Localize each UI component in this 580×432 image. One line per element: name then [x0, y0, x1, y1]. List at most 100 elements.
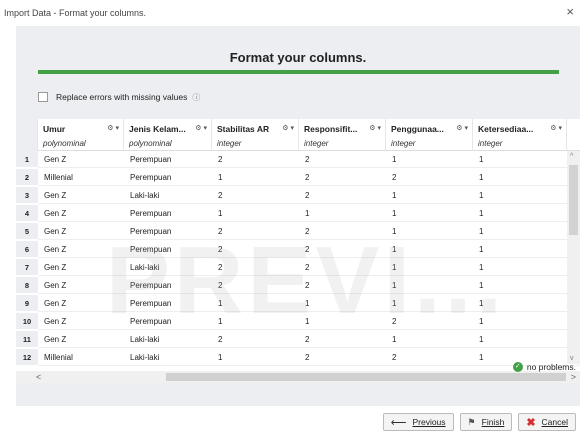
table-cell: 1: [479, 245, 484, 254]
table-cell: Laki-laki: [130, 191, 160, 200]
row-number: 4: [16, 205, 38, 222]
table-row[interactable]: 11 Gen Z Laki-laki 2 2 1 1: [16, 331, 580, 348]
column-type[interactable]: polynominal: [129, 139, 211, 148]
scroll-right-icon[interactable]: >: [571, 372, 576, 382]
row-number: 11: [16, 331, 38, 348]
table-cell: Millenial: [44, 173, 73, 182]
horizontal-scrollbar[interactable]: < >: [16, 371, 580, 383]
check-icon: ✓: [512, 362, 523, 372]
table-row[interactable]: 5 Gen Z Perempuan 2 2 1 1: [16, 223, 580, 240]
table-row[interactable]: 12 Millenial Laki-laki 1 2 2 1: [16, 349, 580, 366]
table-row[interactable]: 6 Gen Z Perempuan 2 2 1 1: [16, 241, 580, 258]
table-cell: Gen Z: [44, 209, 67, 218]
finish-flag-icon: ⚑: [467, 416, 476, 427]
replace-errors-checkbox[interactable]: [38, 92, 48, 102]
table-cell: 1: [218, 209, 223, 218]
row-number: 12: [16, 349, 38, 366]
status-text: no problems.: [526, 362, 576, 372]
table-cell: 1: [479, 263, 484, 272]
table-cell: 2: [218, 281, 223, 290]
table-row[interactable]: 1 Gen Z Perempuan 2 2 1 1: [16, 151, 580, 168]
finish-button-label: Finish: [481, 417, 505, 427]
column-settings-icon[interactable]: ⚙ ▾: [456, 124, 468, 132]
table-cell: Gen Z: [44, 335, 67, 344]
row-number: 9: [16, 295, 38, 312]
status-indicator: ✓ no problems.: [512, 362, 576, 372]
column-header[interactable]: Umur polynominal ⚙ ▾: [38, 119, 124, 151]
table-cell: Perempuan: [130, 317, 172, 326]
title-bar: Import Data - Format your columns. ×: [0, 0, 580, 26]
table-cell: Gen Z: [44, 317, 67, 326]
table-cell: 1: [392, 335, 397, 344]
column-type[interactable]: integer: [304, 139, 385, 148]
column-header[interactable]: Stabilitas AR integer ⚙ ▾: [212, 119, 299, 151]
data-grid: Umur polynominal ⚙ ▾ Jenis Kelam... polynomi…: [16, 119, 580, 371]
table-row[interactable]: 9 Gen Z Perempuan 1 1 1 1: [16, 295, 580, 312]
table-cell: 2: [305, 191, 310, 200]
replace-errors-option[interactable]: Replace errors with missing values ⓘ: [38, 90, 200, 104]
row-number: 10: [16, 313, 38, 330]
table-cell: 1: [218, 299, 223, 308]
scroll-left-icon[interactable]: <: [36, 372, 41, 382]
window-title: Import Data - Format your columns.: [4, 8, 147, 18]
column-type[interactable]: integer: [217, 139, 298, 148]
row-number: 5: [16, 223, 38, 240]
table-cell: 1: [305, 317, 310, 326]
wizard-panel: Format your columns. Replace errors with…: [16, 26, 580, 406]
table-cell: 2: [392, 353, 397, 362]
table-cell: 1: [305, 209, 310, 218]
column-header[interactable]: Responsifit... integer ⚙ ▾: [299, 119, 386, 151]
scroll-down-icon[interactable]: v: [570, 355, 574, 362]
table-cell: 1: [218, 353, 223, 362]
table-cell: 2: [218, 335, 223, 344]
table-cell: Gen Z: [44, 191, 67, 200]
column-type[interactable]: polynominal: [43, 139, 123, 148]
column-header[interactable]: Ketersediaa... integer ⚙ ▾: [473, 119, 567, 151]
table-cell: 1: [479, 317, 484, 326]
column-header[interactable]: Jenis Kelam... polynominal ⚙ ▾: [124, 119, 212, 151]
table-cell: Gen Z: [44, 155, 67, 164]
table-cell: 2: [392, 317, 397, 326]
table-row[interactable]: 2 Millenial Perempuan 1 2 2 1: [16, 169, 580, 186]
close-icon[interactable]: ×: [566, 5, 574, 18]
column-header-row: Umur polynominal ⚙ ▾ Jenis Kelam... polynomi…: [16, 119, 580, 151]
row-number: 3: [16, 187, 38, 204]
table-cell: 1: [392, 299, 397, 308]
table-row[interactable]: 10 Gen Z Perempuan 1 1 2 1: [16, 313, 580, 330]
table-row[interactable]: 4 Gen Z Perempuan 1 1 1 1: [16, 205, 580, 222]
table-row[interactable]: 3 Gen Z Laki-laki 2 2 1 1: [16, 187, 580, 204]
table-cell: 1: [479, 209, 484, 218]
vertical-scroll-thumb[interactable]: [569, 165, 578, 235]
vertical-scrollbar[interactable]: ^ v: [567, 151, 580, 364]
column-settings-icon[interactable]: ⚙ ▾: [282, 124, 294, 132]
column-type[interactable]: integer: [478, 139, 566, 148]
table-cell: 2: [305, 155, 310, 164]
table-cell: 1: [218, 173, 223, 182]
finish-button[interactable]: ⚑ Finish: [459, 413, 513, 431]
progress-bar: [38, 70, 559, 74]
column-settings-icon[interactable]: ⚙ ▾: [369, 124, 381, 132]
column-type[interactable]: integer: [391, 139, 472, 148]
horizontal-scroll-thumb[interactable]: [166, 373, 566, 381]
table-cell: 1: [479, 227, 484, 236]
column-settings-icon[interactable]: ⚙ ▾: [107, 124, 119, 132]
table-cell: 2: [218, 155, 223, 164]
info-icon[interactable]: ⓘ: [192, 92, 200, 103]
table-cell: 1: [392, 209, 397, 218]
cancel-x-icon: ✖: [526, 416, 536, 429]
table-cell: 2: [218, 263, 223, 272]
table-row[interactable]: 7 Gen Z Laki-laki 2 2 1 1: [16, 259, 580, 276]
previous-button[interactable]: ⟵ Previous: [382, 413, 454, 431]
table-cell: Perempuan: [130, 173, 172, 182]
column-settings-icon[interactable]: ⚙ ▾: [550, 124, 562, 132]
column-header[interactable]: Penggunaa... integer ⚙ ▾: [386, 119, 473, 151]
column-settings-icon[interactable]: ⚙ ▾: [195, 124, 207, 132]
table-cell: 1: [218, 317, 223, 326]
table-row[interactable]: 8 Gen Z Perempuan 2 2 1 1: [16, 277, 580, 294]
cancel-button-label: Cancel: [541, 417, 568, 427]
scroll-up-icon[interactable]: ^: [570, 153, 573, 160]
row-number: 8: [16, 277, 38, 294]
table-cell: 2: [218, 227, 223, 236]
cancel-button[interactable]: ✖ Cancel: [518, 413, 576, 431]
table-cell: Perempuan: [130, 245, 172, 254]
